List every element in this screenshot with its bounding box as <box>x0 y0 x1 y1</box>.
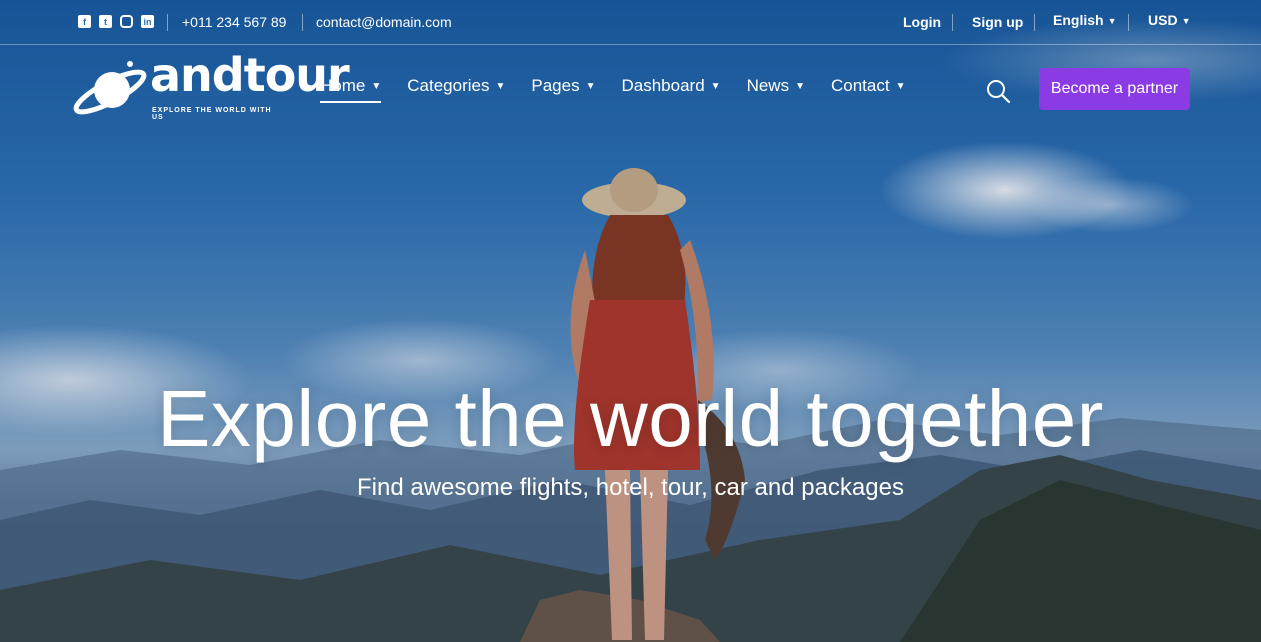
top-bar: f t in +011 234 567 89 contact@domain.co… <box>0 0 1261 45</box>
search-icon[interactable] <box>985 78 1011 104</box>
logo-wordmark: andtour <box>150 48 350 102</box>
chevron-down-icon: ▼ <box>585 81 596 92</box>
site-logo[interactable]: andtour EXPLORE THE WORLD WITH US <box>72 52 350 122</box>
phone-number[interactable]: +011 234 567 89 <box>182 14 286 30</box>
chevron-down-icon: ▼ <box>895 81 906 92</box>
nav-item-label: Categories <box>407 76 490 95</box>
divider <box>952 14 953 31</box>
chevron-down-icon: ▼ <box>371 81 382 92</box>
login-link[interactable]: Login <box>903 14 941 30</box>
nav-item-pages[interactable]: Pages ▼ <box>531 76 595 102</box>
instagram-icon[interactable] <box>120 15 133 28</box>
nav-item-dashboard[interactable]: Dashboard ▼ <box>622 76 721 102</box>
currency-label: USD <box>1148 12 1178 28</box>
divider <box>167 14 168 31</box>
signup-link[interactable]: Sign up <box>972 14 1023 30</box>
nav-item-label: Contact <box>831 76 890 95</box>
linkedin-icon[interactable]: in <box>141 15 154 28</box>
chevron-down-icon: ▼ <box>710 81 721 92</box>
divider <box>1128 14 1129 31</box>
divider <box>302 14 303 31</box>
logo-tagline: EXPLORE THE WORLD WITH US <box>152 107 272 121</box>
chevron-down-icon: ▼ <box>1181 16 1191 26</box>
nav-item-home[interactable]: Home ▼ <box>320 76 382 103</box>
nav-item-label: News <box>746 76 790 95</box>
language-selector[interactable]: English ▼ <box>1053 12 1116 28</box>
nav-item-contact[interactable]: Contact ▼ <box>831 76 906 102</box>
email-address[interactable]: contact@domain.com <box>316 14 452 30</box>
facebook-icon[interactable]: f <box>78 15 91 28</box>
divider <box>1034 14 1035 31</box>
chevron-down-icon: ▼ <box>1107 16 1117 26</box>
planet-logo-icon <box>73 61 147 115</box>
language-label: English <box>1053 12 1104 28</box>
hero-title: Explore the world together <box>157 374 1104 463</box>
main-nav: Home ▼ Categories ▼ Pages ▼ Dashboard ▼ News… <box>320 76 932 103</box>
chevron-down-icon: ▼ <box>795 81 805 92</box>
hero-subtitle: Find awesome flights, hotel, tour, car a… <box>357 474 904 501</box>
twitter-icon[interactable]: t <box>99 15 112 28</box>
chevron-down-icon: ▼ <box>495 81 506 92</box>
nav-item-label: Home <box>320 76 366 95</box>
become-partner-button[interactable]: Become a partner <box>1039 68 1190 110</box>
nav-item-news[interactable]: News ▼ <box>747 76 805 102</box>
social-links: f t in <box>78 15 154 28</box>
nav-item-categories[interactable]: Categories ▼ <box>407 76 505 102</box>
currency-selector[interactable]: USD ▼ <box>1148 12 1190 28</box>
nav-item-label: Pages <box>531 76 580 95</box>
nav-item-label: Dashboard <box>621 76 705 95</box>
